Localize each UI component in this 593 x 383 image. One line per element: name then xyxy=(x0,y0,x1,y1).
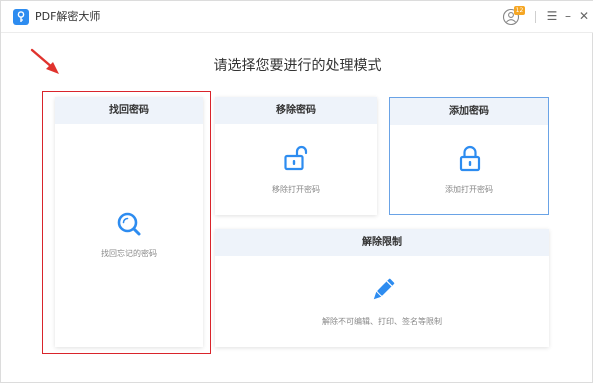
unlock-icon xyxy=(284,145,308,175)
annotation-arrow-icon xyxy=(29,47,63,81)
remove-restrictions-caption: 解除不可编辑、打印、签名等限制 xyxy=(322,317,442,326)
pencil-icon xyxy=(369,276,397,308)
title-bar: PDF解密大师 12 ☰ – ✕ xyxy=(1,1,593,33)
minimize-button[interactable]: – xyxy=(562,9,574,23)
remove-restrictions-card[interactable]: 解除限制 解除不可编辑、打印、签名等限制 xyxy=(215,229,549,347)
menu-button[interactable]: ☰ xyxy=(546,9,558,23)
add-password-card[interactable]: 添加密码 添加打开密码 xyxy=(389,97,549,215)
lock-icon xyxy=(459,145,481,176)
remove-restrictions-title: 解除限制 xyxy=(215,229,549,256)
titlebar-divider xyxy=(535,11,536,23)
remove-password-title: 移除密码 xyxy=(215,97,377,124)
close-button[interactable]: ✕ xyxy=(578,9,590,23)
app-title: PDF解密大师 xyxy=(35,10,101,23)
remove-password-card[interactable]: 移除密码 移除打开密码 xyxy=(215,97,377,215)
app-key-icon xyxy=(13,9,29,25)
find-password-caption: 找回忘记的密码 xyxy=(101,249,157,258)
add-password-title: 添加密码 xyxy=(390,98,548,125)
find-password-card[interactable]: 找回密码 找回忘记的密码 xyxy=(55,97,203,347)
page-heading: 请选择您要进行的处理模式 xyxy=(213,58,382,74)
search-icon xyxy=(116,211,142,241)
add-password-caption: 添加打开密码 xyxy=(445,185,493,194)
find-password-title: 找回密码 xyxy=(55,97,203,124)
user-badge: 12 xyxy=(514,6,525,15)
remove-password-caption: 移除打开密码 xyxy=(272,185,320,194)
